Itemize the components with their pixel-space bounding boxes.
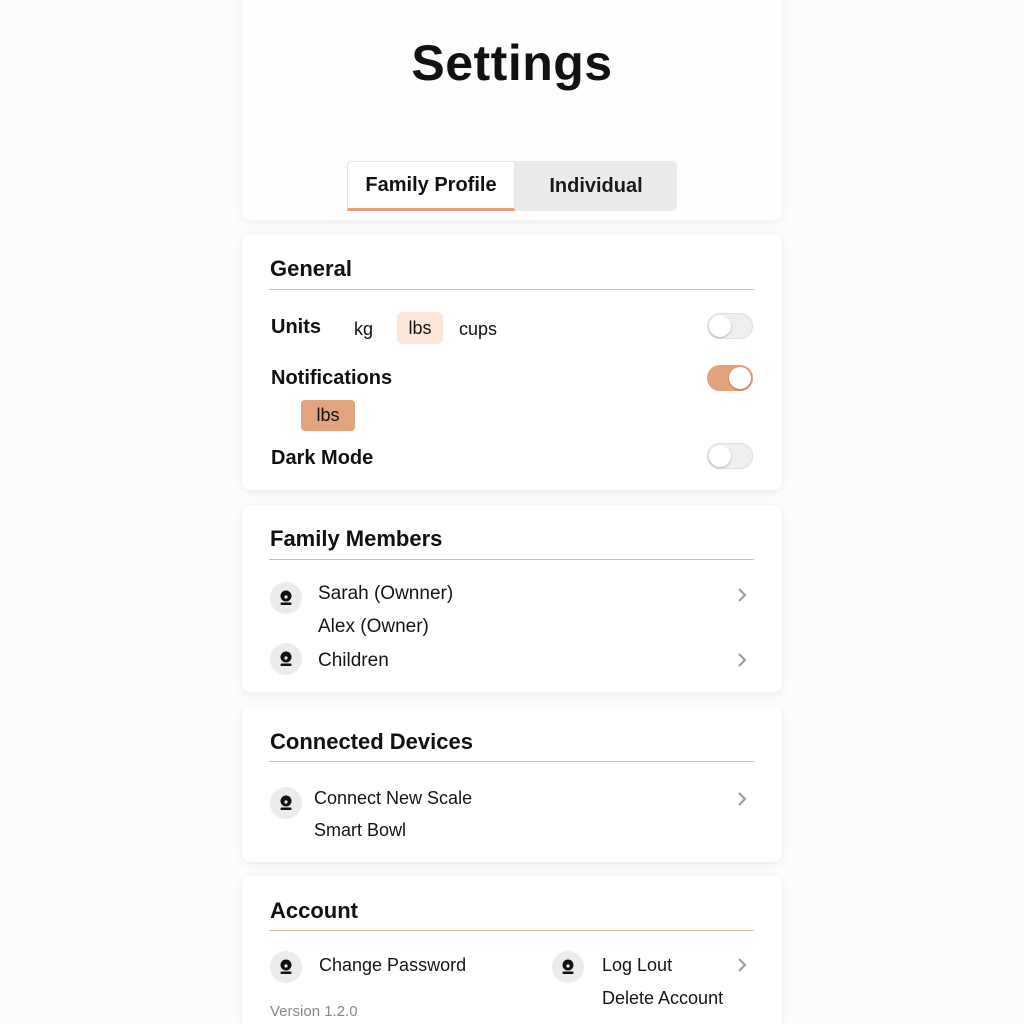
page-title: Settings bbox=[411, 35, 613, 91]
device-icon bbox=[270, 787, 302, 819]
logout-icon bbox=[552, 951, 584, 983]
account-title: Account bbox=[270, 898, 358, 923]
toggle-knob bbox=[729, 367, 751, 389]
family-members-title: Family Members bbox=[270, 526, 443, 551]
family-divider bbox=[269, 559, 754, 560]
general-card: General Units kg lbs cups Notifications … bbox=[242, 234, 782, 490]
notifications-unit-chip[interactable]: lbs bbox=[301, 400, 355, 431]
connect-new-scale[interactable]: Connect New Scale bbox=[314, 788, 472, 809]
member-sarah[interactable]: Sarah (Ownner) bbox=[318, 583, 453, 605]
devices-divider bbox=[269, 761, 754, 762]
header-card: Settings Family Profile Individual bbox=[242, 0, 782, 220]
dark-mode-label: Dark Mode bbox=[271, 447, 374, 469]
delete-account-button[interactable]: Delete Account bbox=[602, 988, 723, 1009]
connected-devices-title: Connected Devices bbox=[270, 729, 473, 754]
notifications-label: Notifications bbox=[271, 367, 393, 389]
units-toggle[interactable] bbox=[707, 313, 753, 339]
unit-option-cups[interactable]: cups bbox=[459, 319, 497, 340]
account-divider bbox=[269, 930, 754, 931]
family-members-card: Family Members Sarah (Ownner) Alex (Owne… bbox=[242, 505, 782, 692]
unit-option-kg[interactable]: kg bbox=[354, 319, 373, 340]
person-icon bbox=[270, 643, 302, 675]
notifications-toggle[interactable] bbox=[707, 365, 753, 391]
change-password-button[interactable]: Change Password bbox=[319, 955, 466, 976]
toggle-knob bbox=[709, 315, 731, 337]
dark-mode-toggle[interactable] bbox=[707, 443, 753, 469]
member-alex[interactable]: Alex (Owner) bbox=[318, 616, 429, 638]
connected-devices-card: Connected Devices Connect New Scale Smar… bbox=[242, 707, 782, 862]
chevron-right-icon[interactable] bbox=[734, 789, 750, 809]
general-title: General bbox=[270, 256, 352, 281]
profile-tabs: Family Profile Individual bbox=[347, 161, 677, 211]
units-label: Units bbox=[271, 316, 321, 338]
member-children[interactable]: Children bbox=[318, 650, 389, 672]
chevron-right-icon[interactable] bbox=[734, 585, 750, 605]
tab-family-profile[interactable]: Family Profile bbox=[347, 161, 515, 211]
chevron-right-icon[interactable] bbox=[734, 955, 750, 975]
toggle-knob bbox=[709, 445, 731, 467]
chevron-right-icon[interactable] bbox=[734, 650, 750, 670]
general-divider bbox=[269, 289, 754, 290]
log-out-button[interactable]: Log Lout bbox=[602, 955, 672, 976]
device-smart-bowl[interactable]: Smart Bowl bbox=[314, 820, 406, 841]
person-icon bbox=[270, 582, 302, 614]
unit-option-lbs[interactable]: lbs bbox=[397, 312, 443, 344]
tab-individual[interactable]: Individual bbox=[515, 161, 677, 211]
lock-icon bbox=[270, 951, 302, 983]
account-card: Account Change Password Log Lout Delete … bbox=[242, 876, 782, 1024]
version-label: Version 1.2.0 bbox=[270, 1003, 358, 1020]
settings-page: Settings Family Profile Individual Gener… bbox=[0, 0, 1024, 1024]
